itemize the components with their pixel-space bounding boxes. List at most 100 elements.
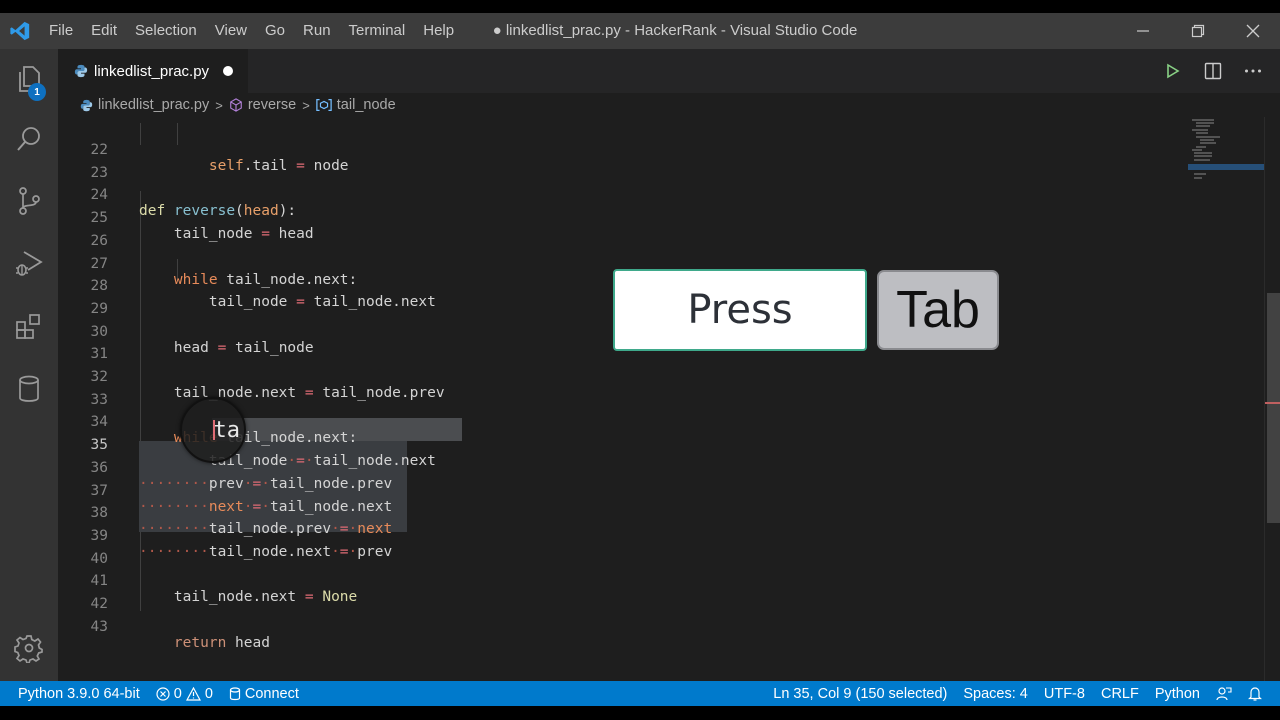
- code-line: 23: [58, 146, 1178, 181]
- activity-search[interactable]: [0, 115, 58, 163]
- text-cursor: [213, 420, 215, 440]
- code-line: 37 ········next·=·tail_node.next: [58, 464, 1178, 515]
- encoding[interactable]: UTF-8: [1036, 686, 1093, 702]
- letterbox-top: [0, 0, 1280, 13]
- keystroke-tab-key: Tab: [877, 270, 999, 350]
- code-line: 25 tail_node = head: [58, 191, 1178, 242]
- variable-icon: [316, 99, 332, 111]
- warning-icon: [185, 686, 201, 701]
- search-icon: [17, 127, 40, 151]
- code-line: 22 self.tail = node: [58, 123, 1178, 174]
- breadcrumb-file[interactable]: linkedlist_prac.py: [80, 97, 209, 113]
- menu-selection[interactable]: Selection: [126, 13, 206, 49]
- menu-go[interactable]: Go: [256, 13, 294, 49]
- tab-label: linkedlist_prac.py: [94, 62, 210, 80]
- play-icon: [1167, 63, 1180, 79]
- breadcrumb-variable[interactable]: tail_node: [316, 97, 396, 113]
- minimap[interactable]: [1188, 117, 1264, 681]
- code-line: 42: [58, 577, 1178, 612]
- activity-bar: 1: [0, 49, 58, 681]
- breadcrumb-file-label: linkedlist_prac.py: [98, 97, 210, 113]
- code-line: 32 tail_node.next = tail_node.prev: [58, 350, 1178, 401]
- source-control-icon: [19, 187, 40, 215]
- restore-icon: [1191, 24, 1204, 38]
- code-line: 38 ········tail_node.prev·=·next: [58, 486, 1178, 537]
- menu-view[interactable]: View: [206, 13, 256, 49]
- breadcrumb-function[interactable]: reverse: [229, 97, 296, 113]
- gear-icon: [14, 635, 43, 663]
- database-icon: [19, 375, 39, 402]
- activity-database[interactable]: [0, 365, 58, 413]
- breadcrumb-function-label: reverse: [247, 97, 297, 113]
- error-icon: [156, 686, 170, 701]
- cursor-position[interactable]: Ln 35, Col 9 (150 selected): [765, 686, 955, 702]
- line-text: return head: [173, 634, 270, 651]
- menu-help[interactable]: Help: [414, 13, 463, 49]
- line-number: 43: [90, 618, 108, 635]
- editor-area: linkedlist_prac.py linkedlist_prac.py >: [58, 49, 1280, 681]
- language-mode[interactable]: Python: [1147, 686, 1208, 702]
- notifications-button[interactable]: [1240, 686, 1270, 702]
- code-line: 24 def reverse(head):: [58, 168, 1178, 219]
- code-line: 27 while tail_node.next:: [58, 237, 1178, 288]
- menu-terminal[interactable]: Terminal: [340, 13, 415, 49]
- more-actions-button[interactable]: [1242, 60, 1264, 82]
- feedback-icon: [1216, 686, 1232, 700]
- minimize-button[interactable]: [1115, 13, 1170, 49]
- minimize-icon: [1136, 30, 1149, 32]
- menu-edit[interactable]: Edit: [82, 13, 126, 49]
- vscode-logo-icon: [0, 13, 40, 49]
- error-count: 0: [173, 685, 182, 702]
- connect-button[interactable]: Connect: [221, 686, 307, 702]
- restore-button[interactable]: [1170, 13, 1225, 49]
- magnifier-text: ta: [213, 417, 241, 443]
- title-bar: File Edit Selection View Go Run Terminal…: [0, 13, 1280, 49]
- code-editor[interactable]: 22 self.tail = node 23 24 def reverse(he…: [58, 123, 1178, 671]
- activity-explorer[interactable]: 1: [0, 55, 58, 103]
- python-interpreter[interactable]: Python 3.9.0 64-bit: [10, 686, 148, 702]
- connect-label: Connect: [244, 685, 299, 702]
- scrollbar-thumb[interactable]: [1267, 293, 1280, 523]
- menu-bar: File Edit Selection View Go Run Terminal…: [40, 13, 463, 49]
- method-icon: [230, 98, 242, 112]
- breadcrumb-variable-label: tail_node: [336, 97, 396, 113]
- activity-run-debug[interactable]: [0, 239, 58, 287]
- code-line: 39 ········tail_node.next·=·prev: [58, 509, 1178, 560]
- code-line: 43 return head: [58, 600, 1178, 651]
- code-line: 40: [58, 532, 1178, 567]
- chevron-right-icon: >: [302, 97, 310, 113]
- vertical-scrollbar[interactable]: [1264, 117, 1280, 681]
- minimap-selection: [1188, 164, 1264, 170]
- extensions-icon: [16, 314, 40, 339]
- code-line: 33: [58, 373, 1178, 408]
- scrollbar-cursor-marker: [1265, 402, 1280, 404]
- close-icon: [1246, 24, 1259, 38]
- activity-manage[interactable]: [0, 624, 58, 672]
- python-icon: [80, 99, 93, 111]
- split-editor-button[interactable]: [1202, 60, 1224, 82]
- menu-run[interactable]: Run: [294, 13, 340, 49]
- problems-indicator[interactable]: 0 0: [148, 686, 221, 702]
- code-line: 26: [58, 214, 1178, 249]
- close-button[interactable]: [1225, 13, 1280, 49]
- database-icon: [229, 686, 240, 700]
- chevron-right-icon: >: [215, 97, 223, 113]
- warning-count: 0: [204, 685, 213, 702]
- tab-linkedlist-prac[interactable]: linkedlist_prac.py: [58, 49, 248, 93]
- breadcrumb: linkedlist_prac.py > reverse > tail_node: [58, 93, 1280, 117]
- ellipsis-icon: [1245, 69, 1261, 73]
- run-debug-icon: [16, 251, 43, 276]
- indentation[interactable]: Spaces: 4: [955, 686, 1036, 702]
- line-endings[interactable]: CRLF: [1093, 686, 1147, 702]
- activity-extensions[interactable]: [0, 303, 58, 351]
- activity-source-control[interactable]: [0, 177, 58, 225]
- letterbox-bottom: [0, 706, 1280, 720]
- unsaved-dot-icon[interactable]: [223, 66, 234, 76]
- window-title: ● linkedlist_prac.py - HackerRank - Visu…: [492, 22, 858, 39]
- menu-file[interactable]: File: [40, 13, 82, 49]
- run-python-button[interactable]: [1162, 60, 1184, 82]
- python-icon: [74, 64, 88, 78]
- split-editor-icon: [1204, 62, 1222, 80]
- feedback-button[interactable]: [1208, 686, 1240, 702]
- keystroke-press-label: Press: [613, 269, 867, 351]
